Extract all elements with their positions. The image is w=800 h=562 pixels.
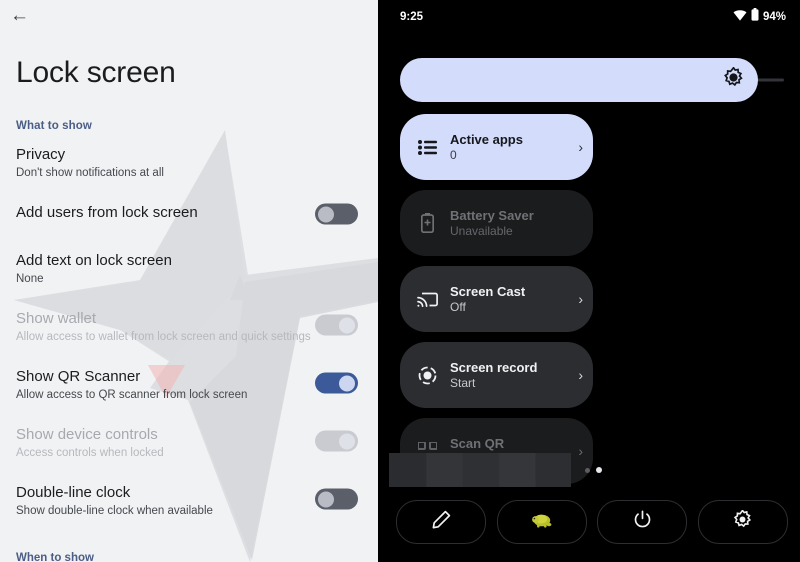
- setting-subtitle: Allow access to wallet from lock screen …: [16, 331, 311, 343]
- tile-screen-cast[interactable]: Screen Cast Off ›: [400, 266, 593, 332]
- power-icon: [633, 510, 652, 534]
- list-icon: [416, 139, 438, 155]
- page-title: Lock screen: [16, 56, 176, 89]
- tile-screen-record[interactable]: Screen record Start ›: [400, 342, 593, 408]
- toggle-show-device-controls: [315, 430, 358, 452]
- status-bar: 9:25 94%: [384, 0, 800, 34]
- edit-tiles-button[interactable]: [396, 500, 486, 544]
- tile-label: Screen record: [450, 359, 538, 375]
- brightness-slider-wrap: [400, 58, 784, 102]
- setting-row-privacy[interactable]: Privacy Don't show notifications at all: [0, 132, 378, 190]
- lock-screen-settings-panel: ← Lock screen What to show Privacy Don't…: [0, 0, 378, 562]
- settings-gear-button[interactable]: [697, 500, 788, 544]
- toggle-knob: [339, 375, 355, 391]
- wifi-icon: [733, 8, 747, 26]
- power-button[interactable]: [597, 500, 688, 544]
- brightness-sun-icon: [723, 66, 744, 93]
- screenshot-root: ← Lock screen What to show Privacy Don't…: [0, 0, 800, 562]
- cast-icon: [416, 291, 438, 308]
- setting-row-double-line-clock[interactable]: Double-line clock Show double-line clock…: [0, 470, 378, 528]
- tile-sublabel: Off: [450, 299, 466, 314]
- setting-subtitle: Show double-line clock when available: [16, 505, 213, 517]
- chevron-right-icon[interactable]: ›: [572, 368, 583, 382]
- tile-label: Battery Saver: [450, 207, 534, 223]
- setting-row-show-wallet: Show wallet Allow access to wallet from …: [0, 296, 378, 354]
- back-arrow-icon: ←: [10, 4, 29, 26]
- setting-subtitle: Allow access to QR scanner from lock scr…: [16, 389, 248, 401]
- setting-row-add-users[interactable]: Add users from lock screen: [0, 190, 378, 238]
- section-header-when-to-show: When to show: [16, 552, 94, 562]
- setting-row-show-device-controls: Show device controls Access controls whe…: [0, 412, 378, 470]
- battery-percent: 94%: [762, 11, 786, 23]
- setting-title: Show device controls: [16, 426, 158, 443]
- toggle-knob: [318, 206, 334, 222]
- tile-sublabel: Unavailable: [450, 223, 513, 238]
- toggle-show-wallet: [315, 314, 358, 336]
- tile-active-apps[interactable]: Active apps 0 ›: [400, 114, 593, 180]
- pagination-dot[interactable]: [585, 467, 590, 473]
- chevron-right-icon[interactable]: ›: [572, 292, 583, 306]
- quick-settings-footer: [384, 500, 800, 544]
- pagination-dots: [585, 467, 602, 473]
- toggle-add-users[interactable]: [315, 203, 358, 225]
- brightness-slider[interactable]: [400, 58, 758, 102]
- pagination-dot-active[interactable]: [596, 467, 602, 473]
- section-header-what-to-show: What to show: [16, 120, 92, 132]
- edit-pencil-icon: [432, 510, 451, 534]
- toggle-knob: [318, 491, 334, 507]
- media-and-pagination-row: [384, 452, 800, 488]
- status-bar-time: 9:25: [400, 11, 424, 23]
- setting-title: Add text on lock screen: [16, 252, 172, 269]
- tile-label: Screen Cast: [450, 283, 526, 299]
- tile-label: Active apps: [450, 131, 523, 147]
- setting-title: Add users from lock screen: [16, 204, 198, 221]
- setting-row-add-text[interactable]: Add text on lock screen None: [0, 238, 378, 296]
- setting-title: Double-line clock: [16, 484, 131, 501]
- setting-subtitle: None: [16, 273, 44, 285]
- battery-icon: [751, 8, 759, 26]
- toggle-show-qr-scanner[interactable]: [315, 372, 358, 394]
- brightness-track-remainder: [754, 78, 784, 82]
- setting-subtitle: Access controls when locked: [16, 447, 164, 459]
- toggle-knob: [339, 317, 355, 333]
- turtle-avatar-icon: [530, 512, 554, 532]
- tile-sublabel: Start: [450, 375, 476, 390]
- record-icon: [416, 365, 438, 386]
- setting-title: Show QR Scanner: [16, 368, 141, 385]
- quick-settings-panel: 9:25 94% Active apps 0 › Battery Saver U…: [384, 0, 800, 562]
- chevron-right-icon[interactable]: ›: [572, 140, 583, 154]
- setting-subtitle: Don't show notifications at all: [16, 167, 164, 179]
- back-button[interactable]: ←: [0, 0, 378, 30]
- setting-title: Privacy: [16, 146, 66, 163]
- tile-sublabel: 0: [450, 147, 457, 162]
- media-player-placeholder[interactable]: [389, 453, 571, 487]
- battery-saver-icon: [416, 213, 438, 233]
- quick-settings-tiles: Active apps 0 › Battery Saver Unavailabl…: [400, 114, 784, 484]
- tile-label: Scan QR: [450, 435, 505, 451]
- settings-gear-icon: [733, 509, 752, 534]
- setting-row-show-qr-scanner[interactable]: Show QR Scanner Allow access to QR scann…: [0, 354, 378, 412]
- toggle-knob: [339, 433, 355, 449]
- tile-battery-saver: Battery Saver Unavailable: [400, 190, 593, 256]
- toggle-double-line-clock[interactable]: [315, 488, 358, 510]
- setting-title: Show wallet: [16, 310, 97, 327]
- user-avatar-button[interactable]: [496, 500, 587, 544]
